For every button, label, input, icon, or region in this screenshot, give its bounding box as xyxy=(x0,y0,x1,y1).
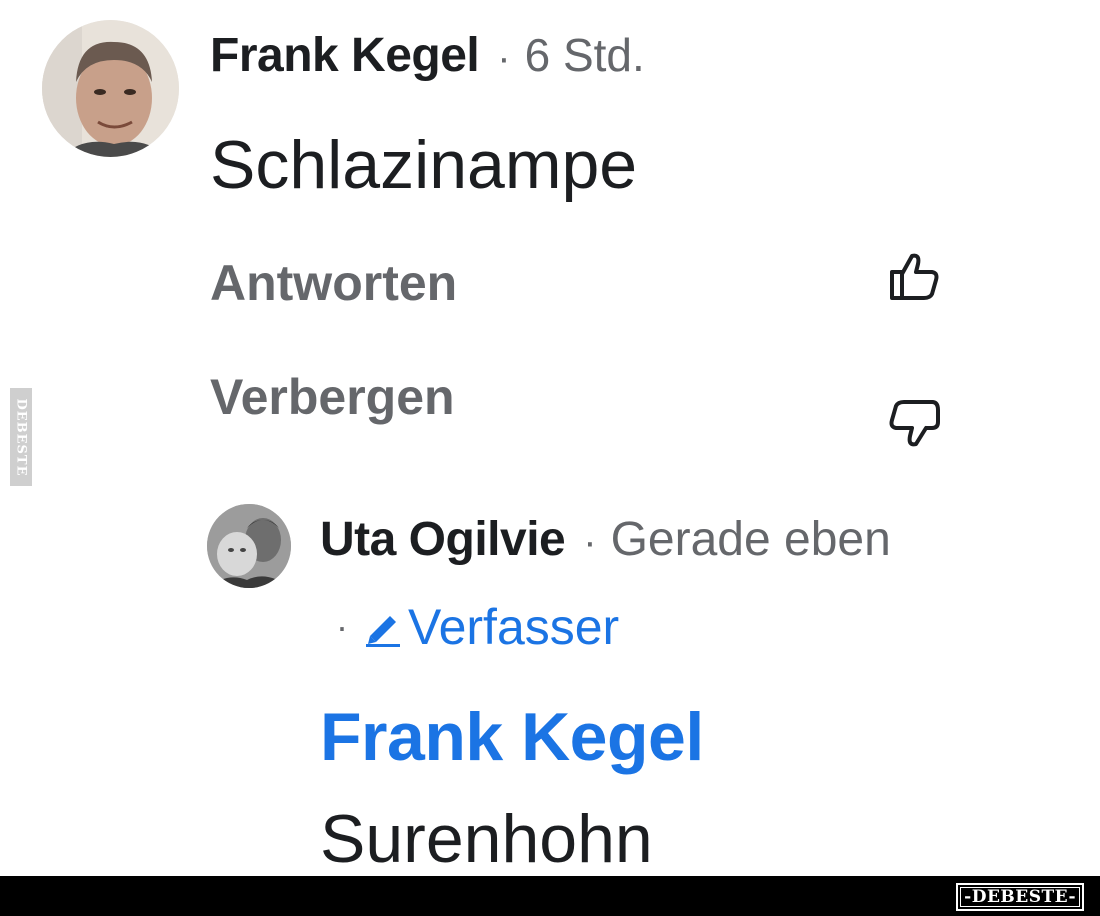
comment-author-name[interactable]: Frank Kegel xyxy=(210,28,480,83)
reply-timestamp[interactable]: Gerade eben xyxy=(611,512,891,567)
comment-header: Frank Kegel · 6 Std. xyxy=(210,28,645,83)
meta-separator: · xyxy=(336,606,348,647)
meta-separator: · xyxy=(583,520,597,564)
comment-text: Schlazinampe xyxy=(210,127,638,203)
reply-header: Uta Ogilvie · Gerade eben xyxy=(320,512,891,567)
author-badge-label: Verfasser xyxy=(408,599,620,655)
reply-text: Surenhohn xyxy=(320,801,653,877)
side-watermark-label: DEBESTE xyxy=(13,397,29,477)
meta-separator: · xyxy=(497,36,511,80)
hide-button[interactable]: Verbergen xyxy=(210,368,455,426)
mentioned-user-link[interactable]: Frank Kegel xyxy=(320,698,704,776)
avatar-photo xyxy=(42,20,179,157)
side-watermark: DEBESTE xyxy=(10,388,32,486)
reply-button[interactable]: Antworten xyxy=(210,254,457,312)
brand-logo: -DEBESTE- xyxy=(956,883,1084,911)
pencil-icon xyxy=(362,606,404,648)
bottom-bar: -DEBESTE- xyxy=(0,876,1100,916)
thumbs-down-icon[interactable] xyxy=(886,398,942,450)
reply-author-name[interactable]: Uta Ogilvie xyxy=(320,512,566,567)
comment-author-avatar[interactable] xyxy=(42,20,179,157)
reply-author-avatar[interactable] xyxy=(207,504,291,588)
avatar-photo xyxy=(207,504,291,588)
thumbs-up-icon[interactable] xyxy=(886,250,942,302)
author-badge: · Verfasser xyxy=(336,598,619,656)
comment-timestamp[interactable]: 6 Std. xyxy=(525,28,645,82)
